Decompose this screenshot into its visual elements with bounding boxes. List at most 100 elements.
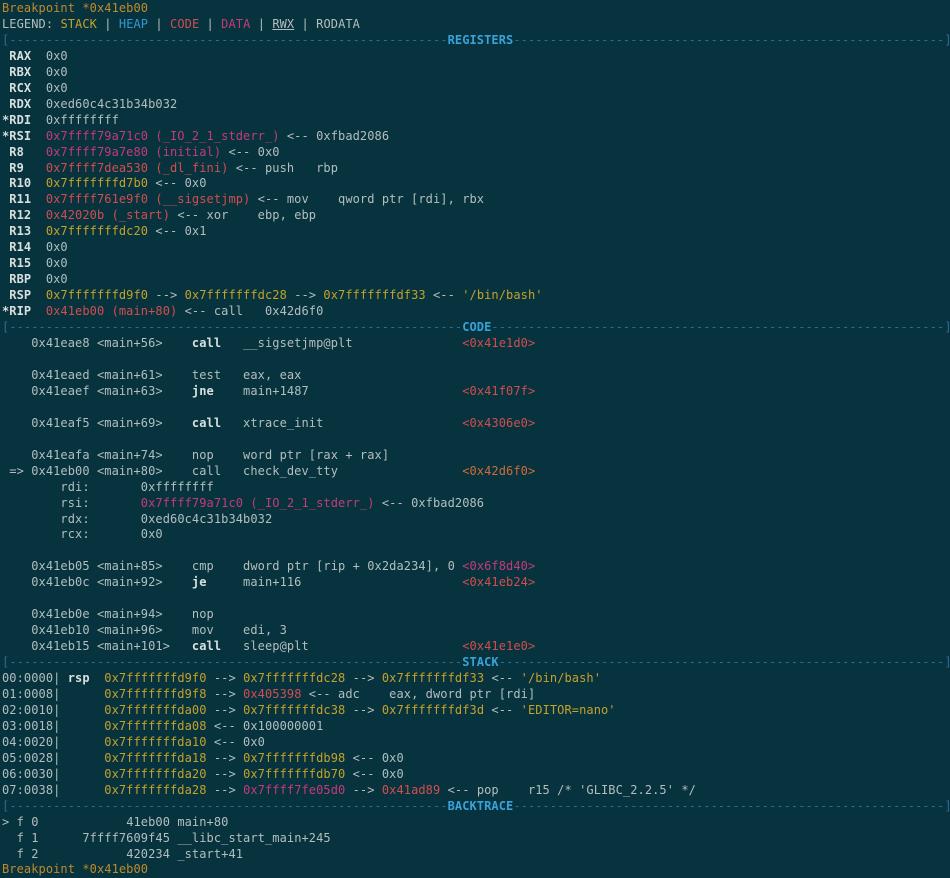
- mnemonic: jne: [192, 384, 214, 398]
- register-value: 0x7ffff761e9f0 (__sigsetjmp): [46, 192, 251, 206]
- register-row-r15: R15 0x0: [2, 256, 950, 272]
- mnemonic: nop: [192, 448, 214, 462]
- legend-label: LEGEND:: [2, 17, 60, 31]
- text-segment: 0x7fffffffdf33: [323, 288, 425, 302]
- stack-offset: 00:0000|: [2, 671, 68, 685]
- register-name: R15: [2, 256, 46, 270]
- text-segment: [353, 336, 463, 350]
- arg-name: rcx:: [2, 527, 141, 541]
- stack-offset: 04:0020|: [2, 735, 104, 749]
- stack-address: 0x7fffffffda10: [104, 735, 206, 749]
- register-value: 0xffffffff: [46, 113, 119, 127]
- instruction-address: 0x41eb10 <main+96>: [2, 623, 192, 637]
- frame-function: _start+41: [170, 847, 243, 861]
- mnemonic: cmp: [192, 559, 214, 573]
- branch-target: <0x6f8d40>: [462, 559, 535, 573]
- operand: dword ptr [rip + 0x2da234], 0: [214, 559, 455, 573]
- frame-address: 41eb00: [126, 815, 170, 829]
- instruction-address: 0x41eb0e <main+94>: [2, 607, 192, 621]
- dereference-chain: <-- 0x100000001: [207, 719, 324, 733]
- legend-data: DATA: [221, 17, 250, 31]
- register-value: 0x41eb00 (main+80): [46, 304, 177, 318]
- mnemonic: call: [192, 639, 221, 653]
- operand: edi, 3: [214, 623, 287, 637]
- register-name: RSP: [2, 288, 46, 302]
- operand: word ptr [rax + rax]: [214, 448, 389, 462]
- text-segment: -->: [345, 703, 382, 717]
- register-row-rcx: RCX 0x0: [2, 81, 950, 97]
- register-row-rbp: RBP 0x0: [2, 272, 950, 288]
- text-segment: |: [199, 17, 221, 31]
- stack-address: 0x7fffffffd9f0: [104, 671, 206, 685]
- legend-stack: STACK: [60, 17, 97, 31]
- branch-target: <0x41e1e0>: [462, 639, 535, 653]
- disasm-row: 0x41eb10 <main+96> mov edi, 3: [2, 623, 950, 639]
- frame-index: f 1: [2, 831, 39, 845]
- text-segment: 0x7fffffffdf3d: [382, 703, 484, 717]
- dereference-chain: <-- 0x0: [345, 767, 403, 781]
- legend-rodata: RODATA: [316, 17, 360, 31]
- text-segment: ]: [944, 799, 950, 813]
- stack-address: 0x7fffffffda20: [104, 767, 206, 781]
- register-row-rip: *RIP 0x41eb00 (main+80) <-- call 0x42d6f…: [2, 304, 950, 320]
- string-value: '/bin/bash': [521, 671, 601, 685]
- call-arg-row: rdx: 0xed60c4c31b34b032: [2, 512, 950, 528]
- text-segment: -->: [345, 671, 382, 685]
- register-name: *RIP: [2, 304, 46, 318]
- string-value: '/bin/bash': [462, 288, 542, 302]
- register-name: R12: [2, 208, 46, 222]
- text-segment: 0x7ffff7fe05d0: [243, 783, 345, 797]
- dereference-chain: <-- pop r15 /* 'GLIBC_2.2.5' */: [440, 783, 696, 797]
- section-title-code: CODE: [462, 320, 491, 334]
- instruction-address: 0x41eae8 <main+56>: [2, 336, 192, 350]
- text-segment: [39, 831, 83, 845]
- terminal[interactable]: Breakpoint *0x41eb00LEGEND: STACK | HEAP…: [0, 0, 950, 878]
- register-row-r12: R12 0x42020b (_start) <-- xor ebp, ebp: [2, 208, 950, 224]
- register-value: 0x42020b (_start): [46, 208, 170, 222]
- mnemonic: call: [192, 416, 221, 430]
- register-value: 0x7ffff7dea530 (_dl_fini): [46, 161, 229, 175]
- backtrace-frame: f 1 7ffff7609f45 __libc_start_main+245: [2, 831, 950, 847]
- stack-row: 01:0008| 0x7fffffffd9f8 --> 0x405398 <--…: [2, 687, 950, 703]
- register-name: R11: [2, 192, 46, 206]
- text-segment: -->: [287, 288, 324, 302]
- operand: eax, eax: [221, 368, 301, 382]
- frame-address: 7ffff7609f45: [82, 831, 170, 845]
- text-segment: |: [294, 17, 316, 31]
- code-divider: [---------------------------------------…: [2, 320, 950, 336]
- text-segment: -->: [207, 671, 244, 685]
- text-segment: [309, 384, 462, 398]
- register-name: RAX: [2, 49, 46, 63]
- stack-row: 06:0030| 0x7fffffffda20 --> 0x7fffffffdb…: [2, 767, 950, 783]
- register-name: R14: [2, 240, 46, 254]
- text-segment: ----------------------------------------…: [513, 33, 944, 47]
- stack-offset: 03:0018|: [2, 719, 104, 733]
- text-segment: ----------------------------------------…: [9, 33, 447, 47]
- dereference-chain: <-- 0x0: [207, 735, 265, 749]
- disasm-row: 0x41eb05 <main+85> cmp dword ptr [rip + …: [2, 559, 950, 575]
- stack-offset: 02:0010|: [2, 703, 104, 717]
- arg-value: 0xffffffff: [141, 480, 214, 494]
- call-arg-row: rcx: 0x0: [2, 527, 950, 543]
- stack-row: 03:0018| 0x7fffffffda08 <-- 0x100000001: [2, 719, 950, 735]
- disasm-row: 0x41eb0e <main+94> nop: [2, 607, 950, 623]
- dereference-chain: <-- 0x0: [148, 176, 206, 190]
- operand: main+1487: [214, 384, 309, 398]
- instruction-address: 0x41eafa <main+74>: [2, 448, 192, 462]
- stack-address: 0x7fffffffda18: [104, 751, 206, 765]
- section-title-registers: REGISTERS: [448, 33, 514, 47]
- text-segment: 0x7fffffffdb70: [243, 767, 345, 781]
- instruction-address: 0x41eaef <main+63>: [2, 384, 192, 398]
- text-segment: ----------------------------------------…: [9, 320, 462, 334]
- register-name: R10: [2, 176, 46, 190]
- backtrace-frame: f 2 420234 _start+41: [2, 847, 950, 863]
- string-value: 'EDITOR=nano': [521, 703, 616, 717]
- text-segment: |: [250, 17, 272, 31]
- text-segment: -->: [207, 783, 244, 797]
- arg-value: 0x0: [141, 527, 163, 541]
- text-segment: 0x7fffffffdf33: [382, 671, 484, 685]
- instruction-address: 0x41eaf5 <main+69>: [2, 416, 192, 430]
- text-segment: -->: [207, 703, 244, 717]
- stack-row: 05:0028| 0x7fffffffda18 --> 0x7fffffffdb…: [2, 751, 950, 767]
- stack-address: 0x7fffffffda28: [104, 783, 206, 797]
